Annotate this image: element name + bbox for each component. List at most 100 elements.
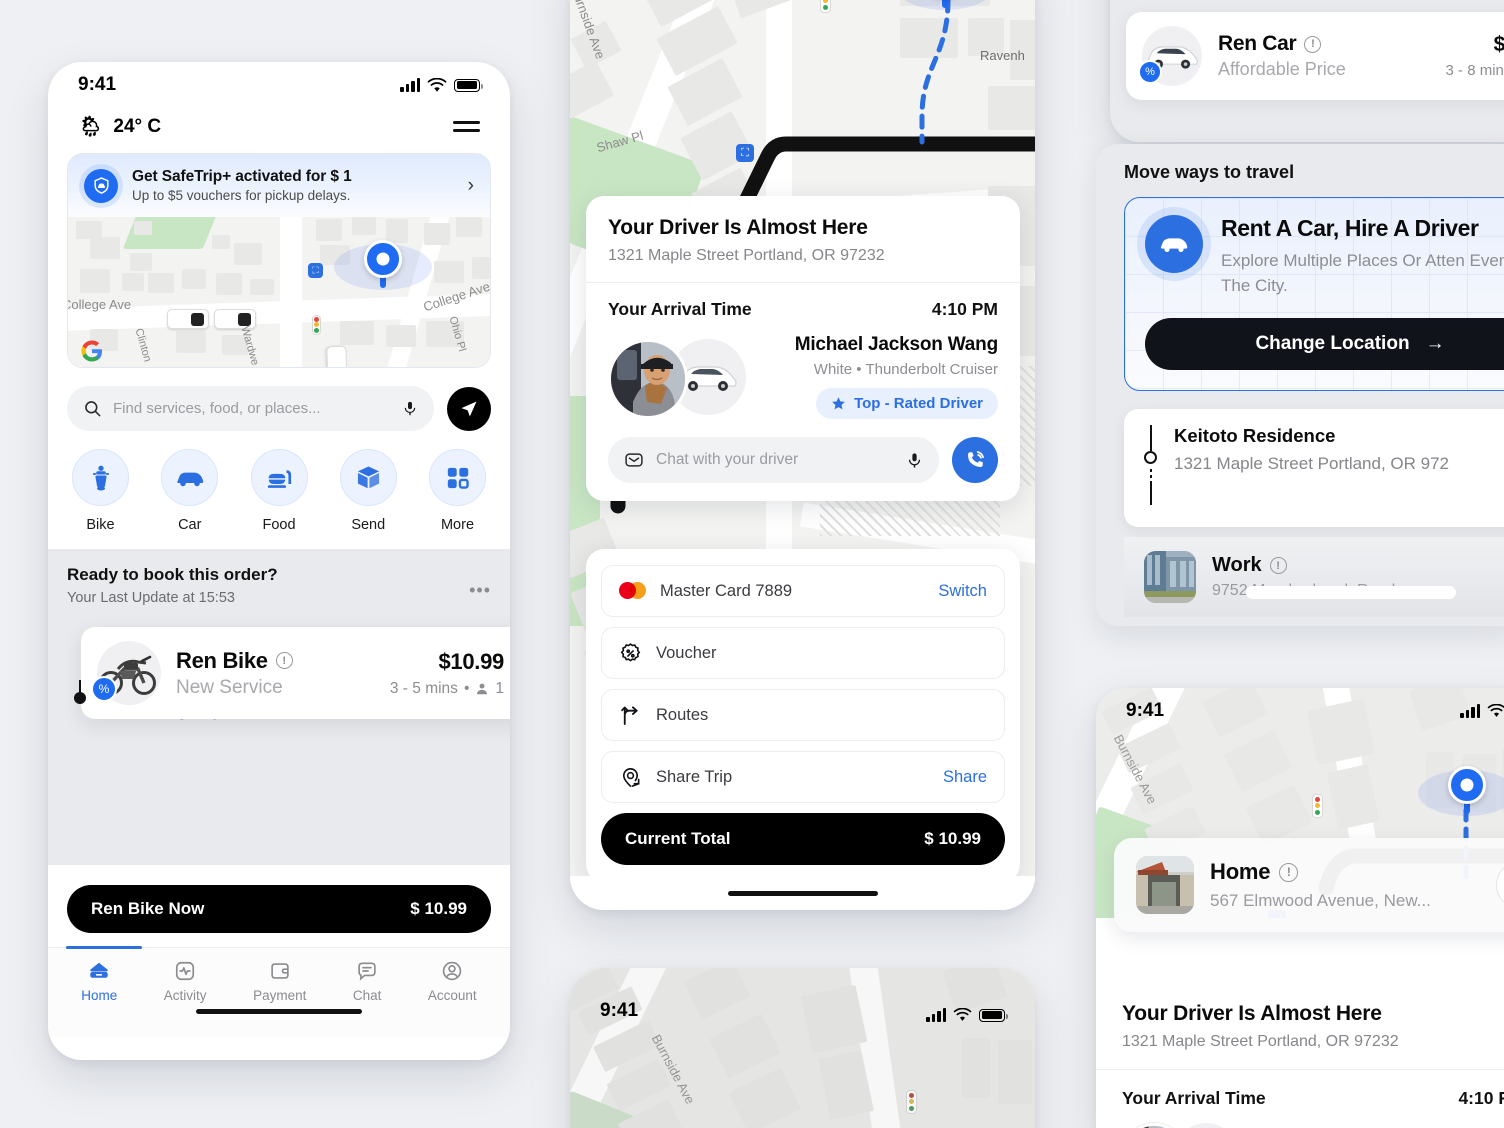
tab-home[interactable]: Home [81, 960, 117, 1003]
transit-icon: ⛶ [308, 263, 323, 278]
work-name: Work [1212, 554, 1262, 577]
office-photo-icon [1144, 551, 1196, 604]
service-more[interactable]: More [429, 449, 486, 533]
menu-icon[interactable] [453, 121, 480, 132]
info-icon[interactable]: ! [1304, 35, 1322, 53]
address-name: Keitoto Residence [1174, 425, 1336, 447]
left-top-bar: 🌦 24° C [48, 108, 510, 153]
driver-avatars [608, 338, 746, 419]
arrival-label: Your Arrival Time [1122, 1088, 1266, 1108]
tab-activity[interactable]: Activity [164, 960, 207, 1003]
voucher-icon [620, 642, 641, 662]
ren-car-price: $45.99 [1493, 33, 1504, 56]
service-car[interactable]: Car [161, 449, 219, 533]
car-glyph-icon [176, 472, 204, 486]
payment-row-routes[interactable]: Routes [601, 689, 1005, 741]
route-marker [1144, 425, 1158, 509]
destination-marker-icon [73, 680, 87, 721]
discount-icon: % [91, 676, 117, 702]
current-total-button[interactable]: Current Total $ 10.99 [601, 813, 1005, 865]
routes-icon [621, 705, 638, 725]
rent-a-car-card[interactable]: Rent A Car, Hire A Driver Explore Multip… [1124, 197, 1504, 392]
total-value: $ 10.99 [924, 829, 981, 848]
ren-bike-now-button[interactable]: Ren Bike Now $ 10.99 [67, 885, 491, 933]
arrival-row: Your Arrival Time 4:10 PM [608, 299, 998, 320]
arrow-right-icon: → [1425, 333, 1445, 355]
left-status-bar: 9:41 [48, 62, 510, 108]
traffic-light-icon [312, 315, 321, 335]
ren-car-eta: 3 - 8 mins [1445, 62, 1504, 79]
cta-price: $ 10.99 [410, 899, 467, 918]
chat-input[interactable] [656, 451, 894, 469]
work-address: 9752 Meadowbrook Road [1212, 582, 1492, 600]
partly-rainy-icon: 🌦 [78, 116, 104, 138]
service-bike[interactable]: Bike [72, 449, 129, 533]
payment-label: Master Card 7889 [660, 581, 793, 600]
ren-bike-seats: 1 [495, 679, 504, 697]
call-driver-button[interactable] [952, 437, 998, 483]
change-location-button[interactable]: Change Location → [1145, 318, 1504, 371]
search-icon [85, 401, 101, 417]
ren-bike-card[interactable]: % Ren Bike ! New Service $10.99 3 - 5 mi… [81, 627, 510, 719]
move-ways-panel: Move ways to travel Rent A Car, Hire A D… [1096, 144, 1504, 626]
tab-ch at[interactable]: Chat [353, 960, 381, 1003]
activity-icon [176, 961, 195, 981]
driver-portrait-icon [611, 341, 685, 416]
change-location-label: Change Location [1255, 333, 1410, 355]
mastercard-icon [619, 581, 646, 601]
car-blip [167, 309, 209, 329]
dot-separator: • [463, 679, 470, 697]
weather-widget[interactable]: 🌦 24° C [78, 114, 161, 139]
status-icons [400, 77, 483, 93]
service-label: Car [178, 517, 202, 533]
payment-row-card[interactable]: Master Card 7889 Switch [601, 565, 1005, 617]
promo-title: Get SafeTrip+ activated for $ 1 [132, 168, 352, 185]
person-icon [477, 683, 488, 694]
info-icon[interactable]: ! [1279, 862, 1299, 882]
current-location-button[interactable] [447, 386, 491, 431]
safetrip-shield-icon [84, 168, 118, 203]
tab-account[interactable]: Account [428, 960, 477, 1003]
safetrip-promo-card[interactable]: Get SafeTrip+ activated for $ 1 Up to $5… [67, 153, 491, 368]
scooter-icon [72, 449, 129, 506]
payment-label: Routes [656, 705, 709, 724]
driver-vehicle: White • Thunderbolt Cruiser [813, 361, 998, 378]
info-icon[interactable]: ! [275, 652, 293, 669]
tab-label: Home [81, 988, 118, 1003]
ren-bike-thumb: % [91, 641, 161, 705]
home-address-card[interactable]: Home ! 567 Elmwood Avenue, New... [1114, 838, 1504, 932]
order-section: Ready to book this order? Your Last Upda… [48, 549, 510, 865]
keitoto-address-card[interactable]: Keitoto Residence 1321 Maple Street Port… [1124, 409, 1504, 528]
signal-icon [926, 1007, 946, 1022]
more-options-icon[interactable]: ••• [469, 581, 491, 599]
search-input[interactable] [113, 400, 391, 417]
payment-row-share[interactable]: Share Trip Share [601, 751, 1005, 803]
traffic-light-icon [1312, 794, 1323, 818]
cta-label: Ren Bike Now [91, 899, 205, 918]
house-photo-icon [1136, 856, 1194, 914]
car-icon [161, 449, 219, 506]
service-send[interactable]: Send [339, 449, 397, 533]
chevron-right-icon[interactable]: › [468, 175, 474, 197]
search-input-wrap[interactable] [67, 386, 434, 431]
total-label: Current Total [625, 829, 731, 848]
ren-bike-name: Ren Bike [176, 647, 268, 673]
payment-row-voucher[interactable]: Voucher [601, 627, 1005, 679]
navigate-button[interactable] [1496, 861, 1504, 909]
food-icon [250, 449, 308, 506]
driver-title: Your Driver Is Almost Here [608, 216, 868, 239]
service-food[interactable]: Food [250, 449, 308, 533]
ren-car-card[interactable]: % Ren Car ! Affordable Price $45.99 3 - … [1126, 12, 1504, 100]
tab-payment[interactable]: Payment [253, 960, 306, 1003]
switch-card-button[interactable]: Switch [938, 582, 987, 601]
mic-icon[interactable] [906, 451, 923, 470]
star-icon [832, 397, 845, 410]
signal-icon [1460, 703, 1480, 718]
chat-input-wrap[interactable] [608, 437, 939, 483]
promo-map[interactable]: ⛶ College Ave College Ave Clinton Wardwe… [68, 217, 490, 367]
share-trip-button[interactable]: Share [943, 768, 987, 787]
work-address-card[interactable]: Work ! 9752 Meadowbrook Road [1124, 537, 1504, 618]
mic-icon[interactable] [402, 399, 418, 418]
home-address: 567 Elmwood Avenue, New... [1210, 891, 1431, 910]
info-icon[interactable]: ! [1269, 557, 1287, 575]
